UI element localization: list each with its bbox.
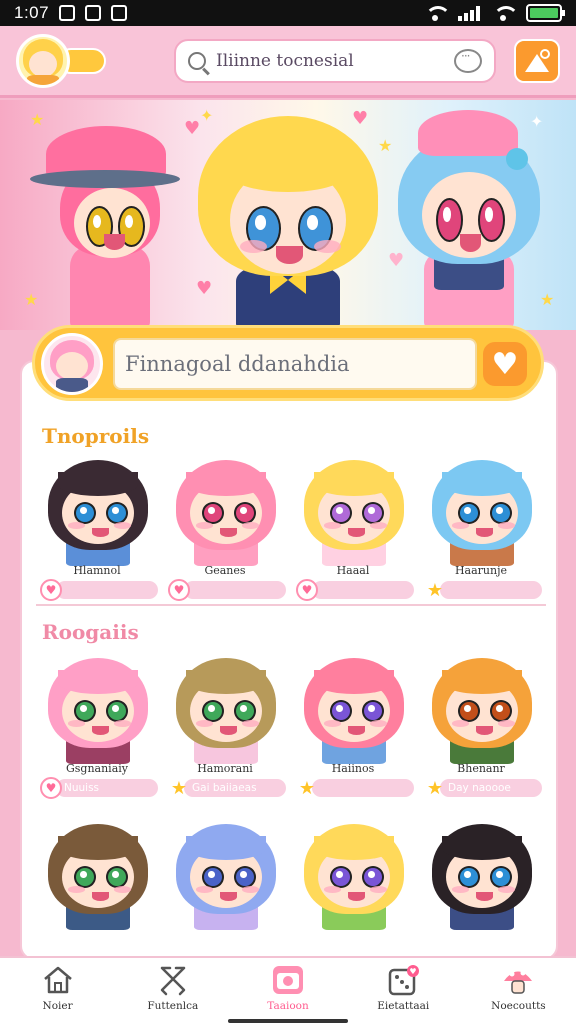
character-tag — [56, 581, 158, 599]
battery-icon — [526, 4, 565, 22]
character-portrait — [420, 456, 544, 566]
character-tag-row: ♥ — [296, 579, 414, 601]
heart-icon: ♥ — [491, 346, 519, 382]
nav-label: Noier — [42, 1000, 73, 1012]
image-notification-icon — [85, 5, 102, 21]
character-card[interactable] — [164, 820, 288, 930]
nav-item-notices[interactable]: Noecoutts — [461, 958, 576, 1024]
wifi-icon — [424, 6, 451, 21]
bottom-nav: Noier Futtenlca Taaioon ♥ Eietattaai Noe… — [0, 956, 576, 1024]
mushroom-icon — [501, 964, 535, 996]
status-time: 1:07 — [14, 3, 50, 22]
character-tag-row: ★ — [424, 579, 542, 601]
character-card[interactable]: Haaal ♥ — [292, 456, 416, 601]
character-portrait — [36, 654, 160, 764]
character-tag-row: ♥ Nuuiss — [40, 777, 158, 799]
star-icon[interactable]: ★ — [296, 777, 318, 799]
notification-icon — [59, 5, 76, 21]
nav-label: Eietattaai — [377, 1000, 430, 1012]
character-portrait — [164, 654, 288, 764]
character-card[interactable] — [420, 820, 544, 930]
star-icon[interactable]: ★ — [168, 777, 190, 799]
featured-avatar[interactable] — [41, 333, 103, 395]
character-portrait — [292, 654, 416, 764]
character-portrait — [164, 820, 288, 930]
dice-icon: ♥ — [386, 964, 420, 996]
character-portrait — [36, 456, 160, 566]
hero-banner: ★ ✦ ★ ✦ ★ ★ ♥ ♥ ♥ ♥ — [0, 100, 576, 330]
character-tag: Day naoooe — [440, 779, 542, 797]
character-card[interactable]: Haarunje ★ — [420, 456, 544, 601]
home-indicator[interactable] — [228, 1019, 348, 1023]
character-portrait — [36, 820, 160, 930]
character-tag-row: ★ Gai baiiaeas — [168, 777, 286, 799]
character-card[interactable] — [292, 820, 416, 930]
character-tag-row: ★ — [296, 777, 414, 799]
svg-text:♥: ♥ — [410, 967, 417, 976]
character-portrait — [292, 456, 416, 566]
star-icon[interactable]: ★ — [424, 579, 446, 601]
character-portrait — [420, 654, 544, 764]
nav-label: Taaioon — [267, 1000, 309, 1012]
character-card[interactable]: Geanes ♥ — [164, 456, 288, 601]
nav-label: Noecoutts — [491, 1000, 546, 1012]
section-title: Tnoproils — [42, 424, 150, 448]
character-portrait — [292, 820, 416, 930]
heart-icon[interactable]: ♥ — [168, 579, 190, 601]
hero-character-right — [394, 110, 544, 330]
character-card[interactable]: Haiinos ★ — [292, 654, 416, 799]
character-tag-row: ♥ — [168, 579, 286, 601]
character-portrait — [420, 820, 544, 930]
character-portrait — [164, 456, 288, 566]
home-icon — [41, 964, 75, 996]
featured-input[interactable]: Finnagoal ddanahdia — [113, 338, 477, 390]
character-tag — [312, 581, 414, 599]
section-title: Roogaiis — [42, 620, 139, 644]
nav-item-favorites[interactable]: Futtenlca — [115, 958, 230, 1024]
search-bar[interactable]: Iliinne tocnesial — [174, 39, 496, 83]
character-tag — [184, 581, 286, 599]
character-card[interactable]: Hamorani ★ Gai baiiaeas — [164, 654, 288, 799]
heart-icon[interactable]: ♥ — [40, 777, 62, 799]
content-panel: Tnoproils Hlamnol ♥ Geanes ♥ Haaal ♥ Haarunje ★ R… — [20, 360, 558, 960]
nav-item-games[interactable]: ♥ Eietattaai — [346, 958, 461, 1024]
character-card[interactable] — [36, 820, 160, 930]
favorite-button[interactable]: ♥ — [483, 342, 527, 386]
app-header: Iliinne tocnesial — [0, 26, 576, 98]
star-icon[interactable]: ★ — [424, 777, 446, 799]
wifi-secondary-icon — [492, 6, 519, 21]
character-tag: Gai baiiaeas — [184, 779, 286, 797]
nav-label: Futtenlca — [147, 1000, 199, 1012]
profile-avatar[interactable] — [16, 34, 70, 88]
hero-character-center — [190, 106, 386, 330]
signal-icon — [458, 5, 480, 21]
hero-character-left — [30, 126, 180, 330]
app-notification-icon — [111, 5, 128, 21]
search-icon[interactable] — [188, 52, 206, 70]
character-card[interactable]: Hlamnol ♥ — [36, 456, 160, 601]
character-tag: Nuuiss — [56, 779, 158, 797]
notification-button[interactable] — [514, 39, 560, 83]
character-tag-row: ♥ — [40, 579, 158, 601]
search-text[interactable]: Iliinne tocnesial — [216, 51, 454, 71]
character-tag — [312, 779, 414, 797]
character-card[interactable]: Bhenanr ★ Day naoooe — [420, 654, 544, 799]
character-tag — [440, 581, 542, 599]
heart-icon[interactable]: ♥ — [40, 579, 62, 601]
character-card[interactable]: Gsgnaniaiy ♥ Nuuiss — [36, 654, 160, 799]
featured-bar: Finnagoal ddanahdia ♥ — [32, 325, 544, 401]
nav-item-home[interactable]: Noier — [0, 958, 115, 1024]
status-bar: 1:07 — [0, 0, 576, 26]
heart-icon[interactable]: ♥ — [296, 579, 318, 601]
ribbon-icon — [156, 964, 190, 996]
notification-dot — [540, 49, 550, 59]
camera-icon — [271, 964, 305, 996]
nav-item-camera[interactable]: Taaioon — [230, 958, 345, 1024]
section-divider — [36, 604, 546, 606]
character-tag-row: ★ Day naoooe — [424, 777, 542, 799]
chat-icon[interactable] — [454, 49, 482, 73]
